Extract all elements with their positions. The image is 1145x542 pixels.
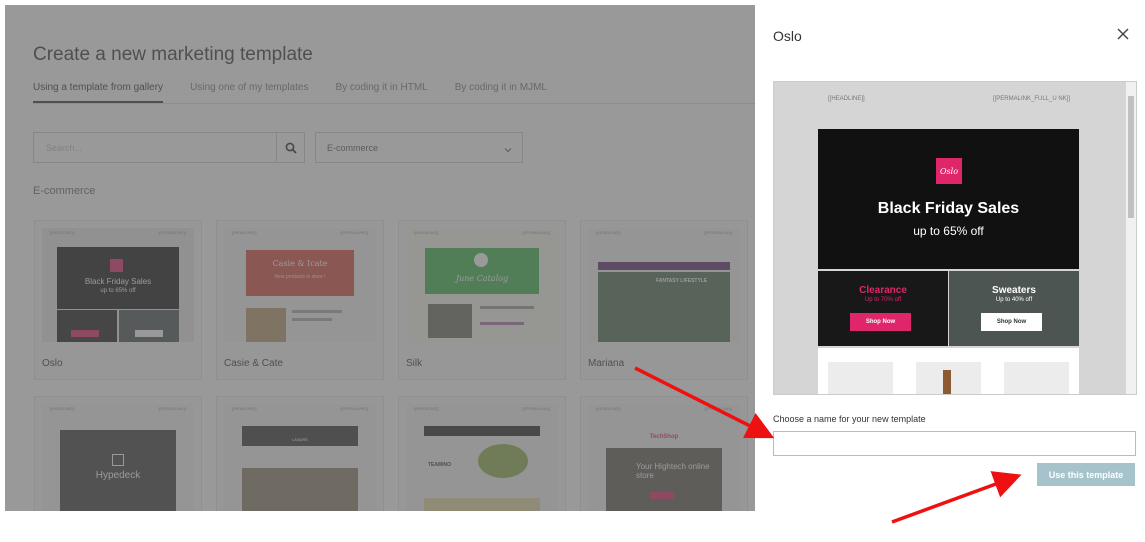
template-preview-modal: Oslo [[HEADLINE]] [[PERMALINK_FULL_U NK]… [755, 0, 1145, 542]
template-card-mariana[interactable]: [[HEADLINE]] [[PERMALINK]] FANTASY LIFEST… [580, 220, 748, 380]
template-thumbnail: [[HEADLINE]] [[PERMALINK]] LANDRE [224, 404, 376, 511]
thumb-subtitle: up to 65% off [100, 288, 136, 294]
tab-my-templates[interactable]: Using one of my templates [190, 82, 308, 103]
template-name: Oslo [42, 358, 63, 369]
name-field-label: Choose a name for your new template [773, 414, 926, 424]
template-name: Silk [406, 358, 423, 369]
hero-subtitle: up to 65% off [913, 224, 984, 238]
promo-clearance: Clearance Up to 70% off Shop Now [818, 271, 948, 346]
promo-subtitle: Up to 40% off [995, 297, 1033, 303]
template-card-oslo[interactable]: [[HEADLINE]] [[PERMALINK]] Black Friday S… [34, 220, 202, 380]
section-title: E-commerce [33, 185, 96, 197]
template-card-hypedeck[interactable]: [[HEADLINE]] [[PERMALINK]] Hypedeck [34, 396, 202, 511]
template-thumbnail: [[HEADLINE]] [[PERMALINK]] TEAMINO [406, 404, 558, 511]
thumb-title: Hypedeck [95, 470, 141, 481]
category-value: E-commerce [327, 143, 379, 153]
template-card-landre[interactable]: [[HEADLINE]] [[PERMALINK]] LANDRE [216, 396, 384, 511]
template-thumbnail: [[HEADLINE]] [[PERMALINK]] Hypedeck [42, 404, 194, 511]
tab-divider [33, 103, 755, 104]
template-thumbnail: [[HEADLINE]] [[PERMALINK]] Black Friday S… [42, 228, 194, 342]
brand-logo: Oslo [936, 158, 962, 184]
headline-token: [[HEADLINE]] [828, 96, 865, 102]
promo-split: Clearance Up to 70% off Shop Now Sweater… [818, 271, 1079, 346]
product-thumbnail [1004, 362, 1069, 394]
permalink-token: [[PERMALINK_FULL_U NK]] [992, 96, 1070, 102]
promo-sweaters: Sweaters Up to 40% off Shop Now [949, 271, 1079, 346]
thumb-subtitle: New products in store ! [274, 274, 326, 280]
thumb-title: TEAMINO [428, 462, 452, 468]
template-thumbnail: [[HEADLINE]] [[PERMALINK]] June Catalog [406, 228, 558, 342]
thumb-title: FANTASY LIFESTYLE [656, 278, 708, 284]
search-placeholder: Search... [46, 143, 83, 153]
thumb-subtitle: Your Hightech online store [636, 462, 710, 480]
thumb-title: June Catalog [455, 274, 509, 283]
template-card-casie-cate[interactable]: [[HEADLINE]] [[PERMALINK]] Casie & Icate … [216, 220, 384, 380]
hero-title: Black Friday Sales [877, 200, 1020, 217]
modal-title: Oslo [773, 28, 802, 44]
thumb-title: Black Friday Sales [84, 277, 152, 286]
scroll-thumb[interactable] [1128, 96, 1134, 218]
use-template-button[interactable]: Use this template [1037, 463, 1135, 486]
template-card-teamino[interactable]: [[HEADLINE]] [[PERMALINK]] TEAMINO [398, 396, 566, 511]
category-select[interactable]: E-commerce [315, 132, 523, 163]
tab-gallery[interactable]: Using a template from gallery [33, 82, 164, 103]
template-name: Mariana [588, 358, 625, 369]
template-gallery: Create a new marketing template Using a … [5, 5, 755, 511]
preview-scrollbar[interactable] [1126, 82, 1136, 394]
template-card-techshop[interactable]: [[HEADLINE]] [[PERMALINK]] TechShop Your … [580, 396, 748, 511]
search-input[interactable]: Search... [33, 132, 305, 163]
template-preview[interactable]: [[HEADLINE]] [[PERMALINK_FULL_U NK]] Osl… [773, 81, 1137, 395]
template-name: Casie & Cate [224, 358, 283, 369]
search-icon[interactable] [276, 133, 304, 162]
product-thumbnail [916, 362, 981, 394]
thumb-title: LANDRE [291, 437, 309, 442]
product-row [818, 348, 1079, 394]
promo-subtitle: Up to 70% off [864, 297, 902, 303]
tab-html[interactable]: By coding it in HTML [335, 82, 427, 103]
close-icon[interactable] [1115, 26, 1131, 42]
tab-bar: Using a template from gallery Using one … [33, 82, 574, 103]
tab-mjml[interactable]: By coding it in MJML [455, 82, 547, 103]
page-title: Create a new marketing template [33, 44, 313, 65]
promo-title: Sweaters [992, 285, 1036, 296]
template-thumbnail: [[HEADLINE]] [[PERMALINK]] TechShop Your … [588, 404, 740, 511]
thumb-title: Casie & Icate [272, 259, 328, 268]
shop-now-button[interactable]: Shop Now [850, 313, 911, 331]
template-card-silk[interactable]: [[HEADLINE]] [[PERMALINK]] June Catalog S… [398, 220, 566, 380]
product-thumbnail [828, 362, 893, 394]
hero-banner: Oslo Black Friday Sales up to 65% off [818, 129, 1079, 269]
chevron-down-icon [503, 142, 513, 160]
template-thumbnail: [[HEADLINE]] [[PERMALINK]] Casie & Icate … [224, 228, 376, 342]
promo-title: Clearance [859, 285, 907, 296]
thumb-title: TechShop [649, 434, 679, 440]
template-name-input[interactable] [773, 431, 1136, 456]
template-thumbnail: [[HEADLINE]] [[PERMALINK]] FANTASY LIFEST… [588, 228, 740, 342]
shop-now-button[interactable]: Shop Now [981, 313, 1042, 331]
